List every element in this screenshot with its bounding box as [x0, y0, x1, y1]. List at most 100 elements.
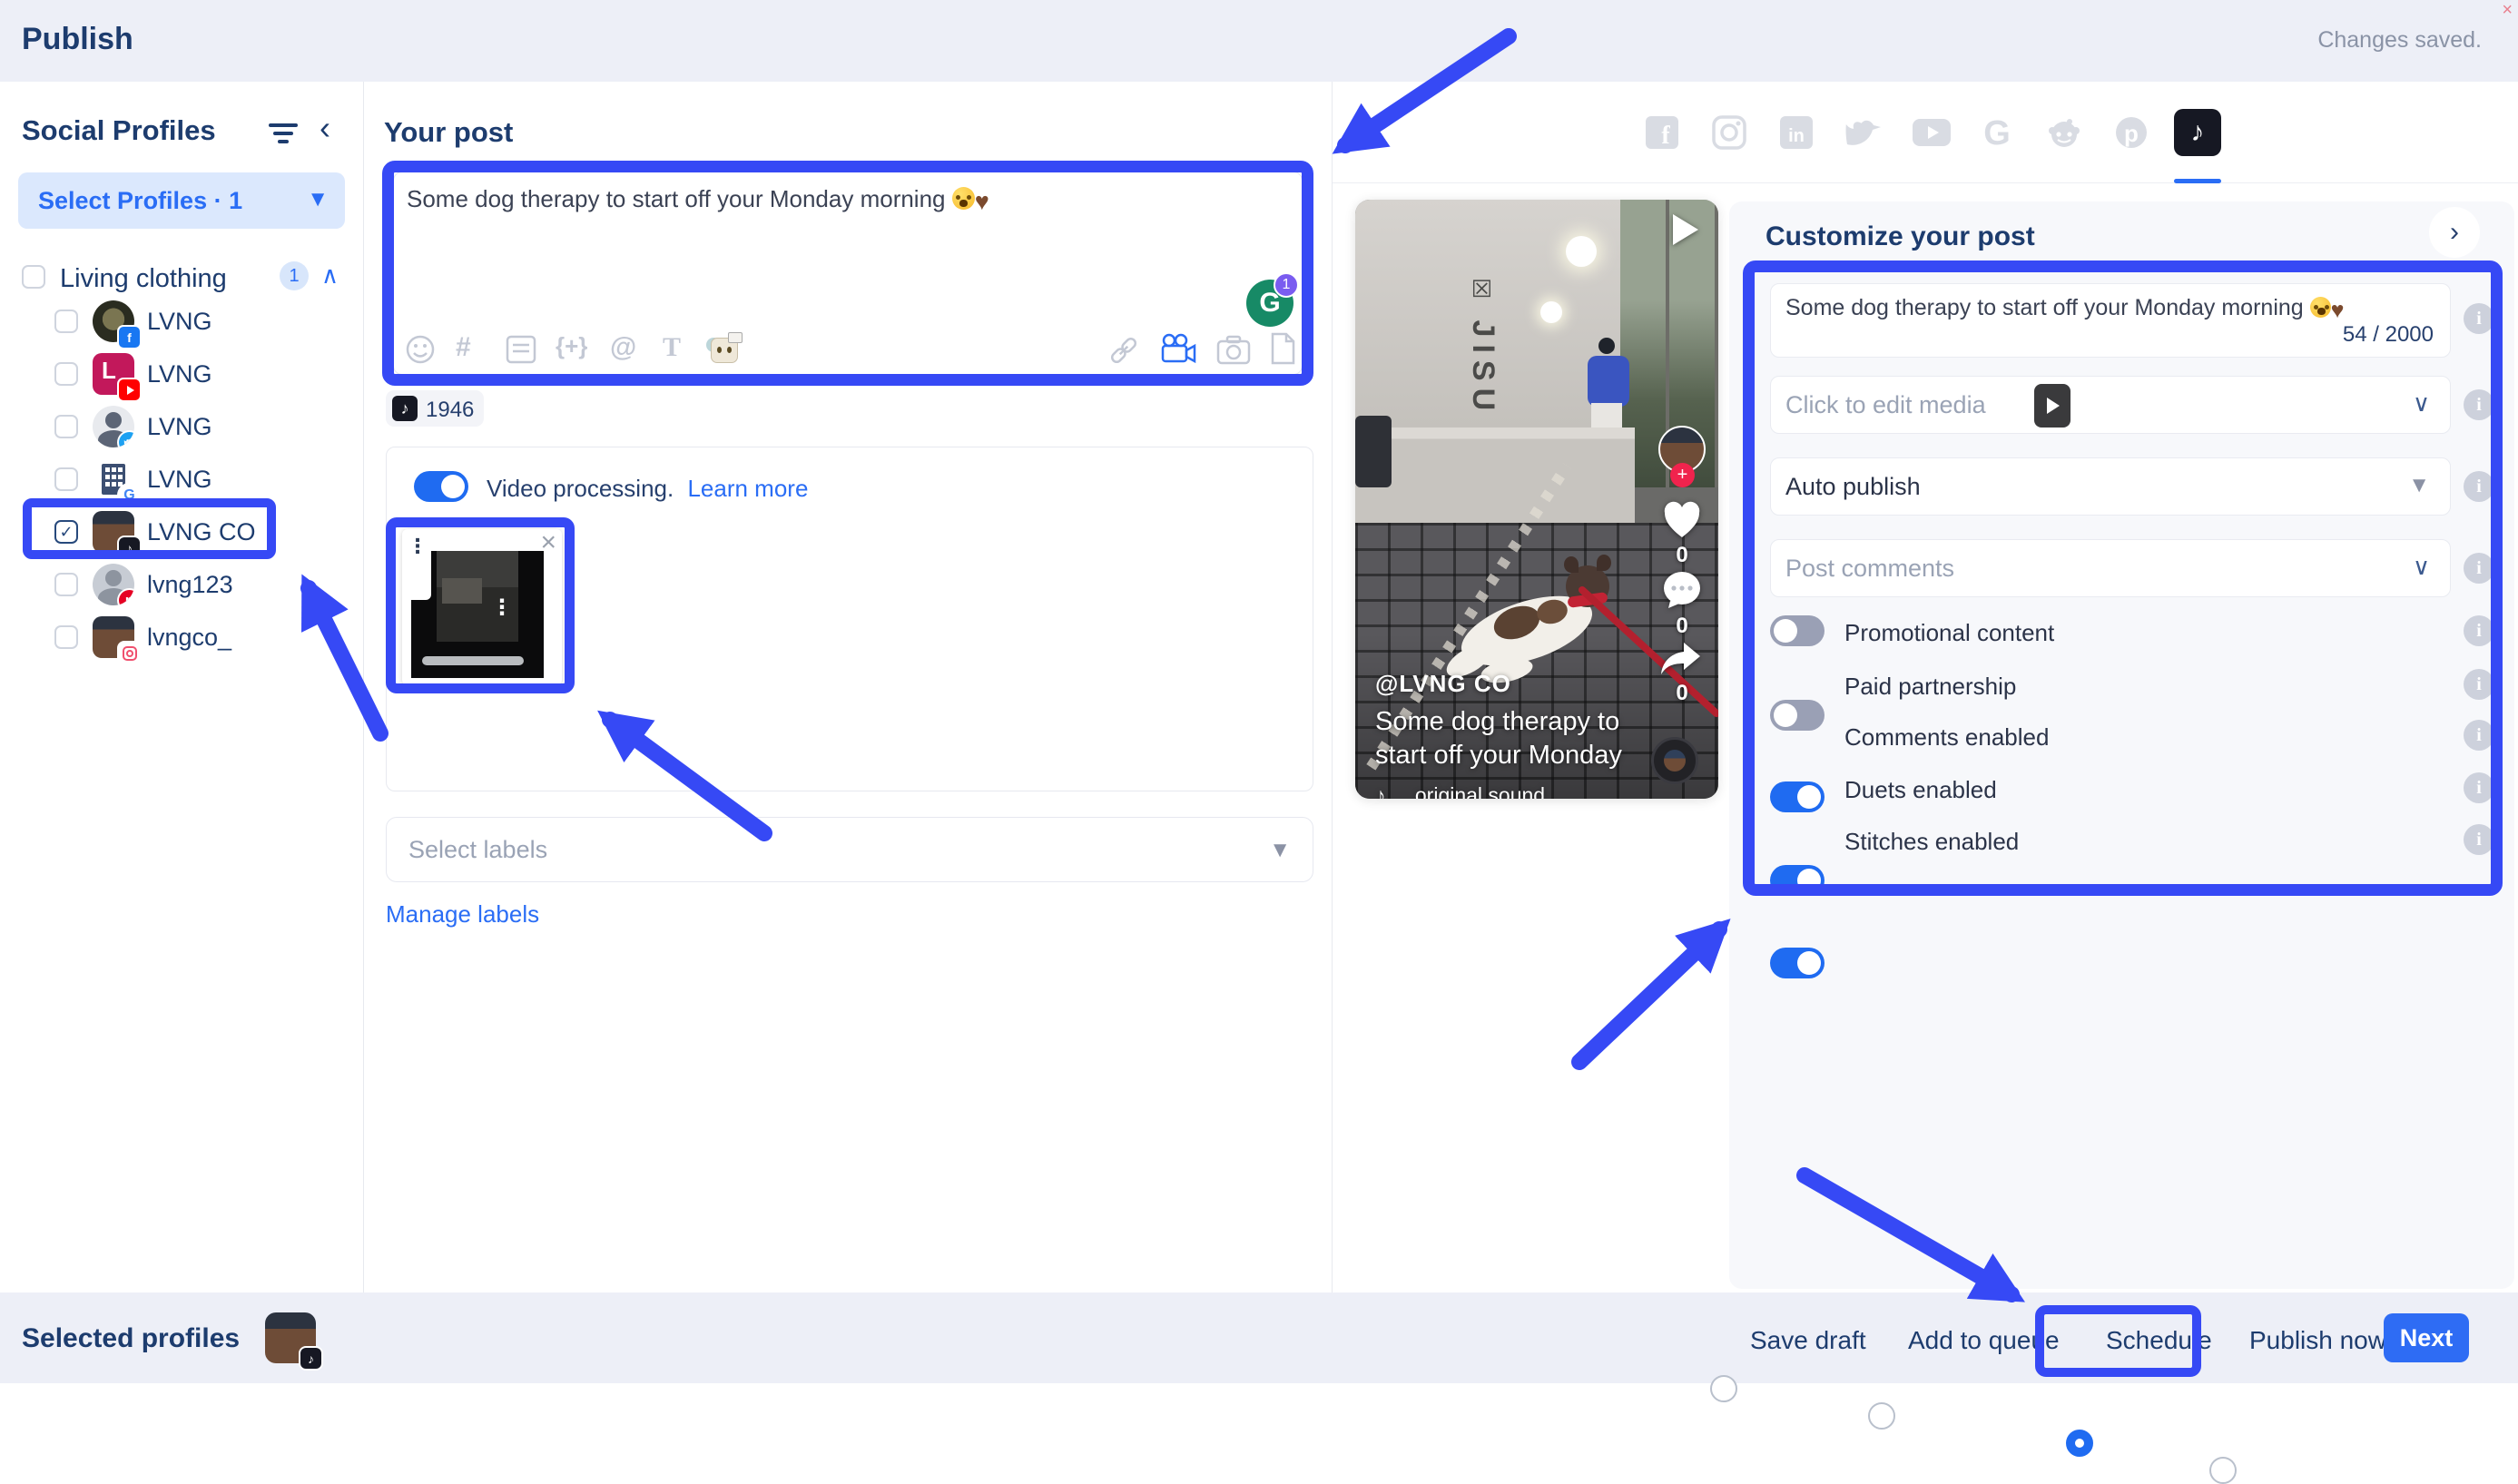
- info-icon[interactable]: [2464, 824, 2494, 855]
- info-icon[interactable]: [2464, 553, 2494, 584]
- avatar: [93, 511, 140, 558]
- profile-checkbox[interactable]: [54, 625, 78, 649]
- twitter-tab-icon[interactable]: [1844, 116, 1884, 151]
- add-to-queue-radio[interactable]: [1868, 1402, 1895, 1430]
- follow-plus-icon[interactable]: +: [1670, 463, 1695, 487]
- tiktok-tab-icon-active[interactable]: [2174, 109, 2221, 156]
- preview-sound: original sound: [1414, 783, 1546, 799]
- chevron-up-icon[interactable]: ∧: [321, 261, 339, 290]
- profile-row[interactable]: f LVNG: [0, 298, 363, 348]
- active-tab-underline: [2174, 179, 2221, 183]
- profile-checkbox[interactable]: [54, 573, 78, 596]
- labels-placeholder: Select labels: [408, 836, 548, 863]
- sound-record-icon[interactable]: [1651, 737, 1698, 784]
- next-button[interactable]: Next: [2384, 1313, 2469, 1362]
- info-icon[interactable]: [2464, 772, 2494, 803]
- text-format-icon[interactable]: T: [663, 332, 681, 363]
- profile-name: lvngco_: [147, 624, 232, 651]
- save-draft-radio[interactable]: [1710, 1375, 1737, 1402]
- document-icon[interactable]: [1269, 332, 1296, 365]
- remove-media-icon[interactable]: ×: [540, 527, 556, 558]
- video-icon[interactable]: [1160, 332, 1196, 365]
- publish-now-radio[interactable]: [2209, 1457, 2237, 1484]
- preview-username[interactable]: @LVNG CO: [1375, 670, 1622, 698]
- pinterest-tab-icon[interactable]: p: [2113, 114, 2149, 151]
- video-processing-toggle[interactable]: [414, 471, 468, 502]
- emoji-picker-icon[interactable]: [405, 334, 436, 365]
- google-tab-icon[interactable]: G: [1979, 114, 2015, 151]
- custom-caption-field[interactable]: Some dog therapy to start off your Monda…: [1770, 283, 2451, 358]
- add-to-queue-label[interactable]: Add to queue: [1908, 1326, 2060, 1355]
- linkedin-tab-icon[interactable]: in: [1778, 114, 1815, 151]
- info-icon[interactable]: [2464, 389, 2494, 420]
- profile-checkbox[interactable]: [54, 415, 78, 438]
- comments-enabled-toggle[interactable]: [1770, 781, 1825, 812]
- footer-bar: Selected profiles Save draft Add to queu…: [0, 1292, 2518, 1484]
- profile-checkbox[interactable]: [54, 310, 78, 333]
- ai-assistant-icon[interactable]: [706, 332, 743, 363]
- profile-checkbox[interactable]: [54, 467, 78, 491]
- labels-select[interactable]: Select labels ▼: [386, 817, 1313, 882]
- profile-checkbox[interactable]: [54, 362, 78, 386]
- thumbnail-drag-handle[interactable]: ⋮: [404, 533, 431, 600]
- instagram-tab-icon[interactable]: [1711, 114, 1747, 151]
- publish-now-label[interactable]: Publish now: [2249, 1326, 2386, 1355]
- chevron-down-icon: ▼: [1269, 838, 1291, 862]
- stitches-enabled-toggle[interactable]: [1770, 948, 1825, 978]
- mention-icon[interactable]: @: [610, 332, 636, 363]
- schedule-label[interactable]: Schedule: [2106, 1326, 2212, 1355]
- info-icon[interactable]: [2464, 471, 2494, 502]
- edit-media-field[interactable]: Click to edit media ∨: [1770, 376, 2451, 434]
- link-icon[interactable]: [1107, 334, 1140, 367]
- thumbnail-menu-dots-icon: ⋮: [491, 595, 513, 620]
- profile-name: LVNG CO: [147, 518, 256, 545]
- schedule-radio[interactable]: [2066, 1430, 2093, 1457]
- tiktok-char-count: 1946: [426, 398, 475, 422]
- promotional-content-toggle[interactable]: [1770, 615, 1825, 646]
- facebook-tab-icon[interactable]: f: [1644, 114, 1680, 151]
- toggle-label: Promotional content: [1844, 619, 2055, 646]
- profile-row[interactable]: L LVNG: [0, 350, 363, 400]
- camera-icon[interactable]: [1216, 334, 1251, 365]
- info-icon[interactable]: [2464, 615, 2494, 646]
- collapse-sidebar-icon[interactable]: ‹: [320, 109, 330, 147]
- comment-icon[interactable]: [1661, 570, 1703, 610]
- tiktok-badge-icon: [119, 537, 140, 558]
- learn-more-link[interactable]: Learn more: [687, 475, 808, 502]
- media-mini-thumb[interactable]: [2034, 384, 2070, 428]
- video-thumbnail[interactable]: ⋮ ⋮ ×: [402, 527, 562, 685]
- close-icon[interactable]: ×: [2502, 0, 2513, 21]
- collapse-panel-button[interactable]: ›: [2429, 207, 2480, 258]
- profile-group-row[interactable]: Living clothing 1 ∧: [0, 260, 363, 300]
- select-profiles-dropdown[interactable]: Select Profiles · 1 ▼: [18, 172, 345, 229]
- share-icon[interactable]: [1658, 641, 1702, 677]
- saved-captions-icon[interactable]: [505, 334, 537, 365]
- play-icon[interactable]: [1673, 214, 1698, 245]
- column-divider: [1332, 82, 1333, 1292]
- info-icon[interactable]: [2464, 303, 2494, 334]
- duets-enabled-toggle[interactable]: [1770, 865, 1825, 896]
- filter-icon[interactable]: [267, 122, 300, 145]
- save-draft-label[interactable]: Save draft: [1750, 1326, 1866, 1355]
- brown-heart-emoji: ♥: [974, 188, 989, 215]
- post-comments-field[interactable]: Post comments ∨: [1770, 539, 2451, 597]
- manage-labels-link[interactable]: Manage labels: [386, 900, 539, 929]
- profile-checkbox[interactable]: [54, 520, 78, 544]
- profile-row[interactable]: lvngco_: [0, 614, 363, 663]
- publish-mode-select[interactable]: Auto publish ▼: [1770, 457, 2451, 516]
- profile-row-selected[interactable]: LVNG CO: [0, 508, 363, 558]
- post-text-area[interactable]: Some dog therapy to start off your Monda…: [393, 172, 1303, 375]
- like-icon[interactable]: [1661, 501, 1703, 539]
- profile-row[interactable]: G LVNG: [0, 456, 363, 506]
- info-icon[interactable]: [2464, 720, 2494, 751]
- grammarly-icon[interactable]: G 1: [1246, 272, 1299, 327]
- profile-row[interactable]: LVNG: [0, 403, 363, 450]
- paid-partnership-toggle[interactable]: [1770, 700, 1825, 731]
- profile-row[interactable]: p lvng123: [0, 561, 363, 608]
- reddit-tab-icon[interactable]: [2046, 114, 2082, 151]
- variables-icon[interactable]: {+}: [556, 332, 587, 360]
- group-checkbox[interactable]: [22, 265, 45, 289]
- youtube-tab-icon[interactable]: [1912, 118, 1952, 147]
- hashtag-icon[interactable]: #: [456, 332, 471, 363]
- info-icon[interactable]: [2464, 669, 2494, 700]
